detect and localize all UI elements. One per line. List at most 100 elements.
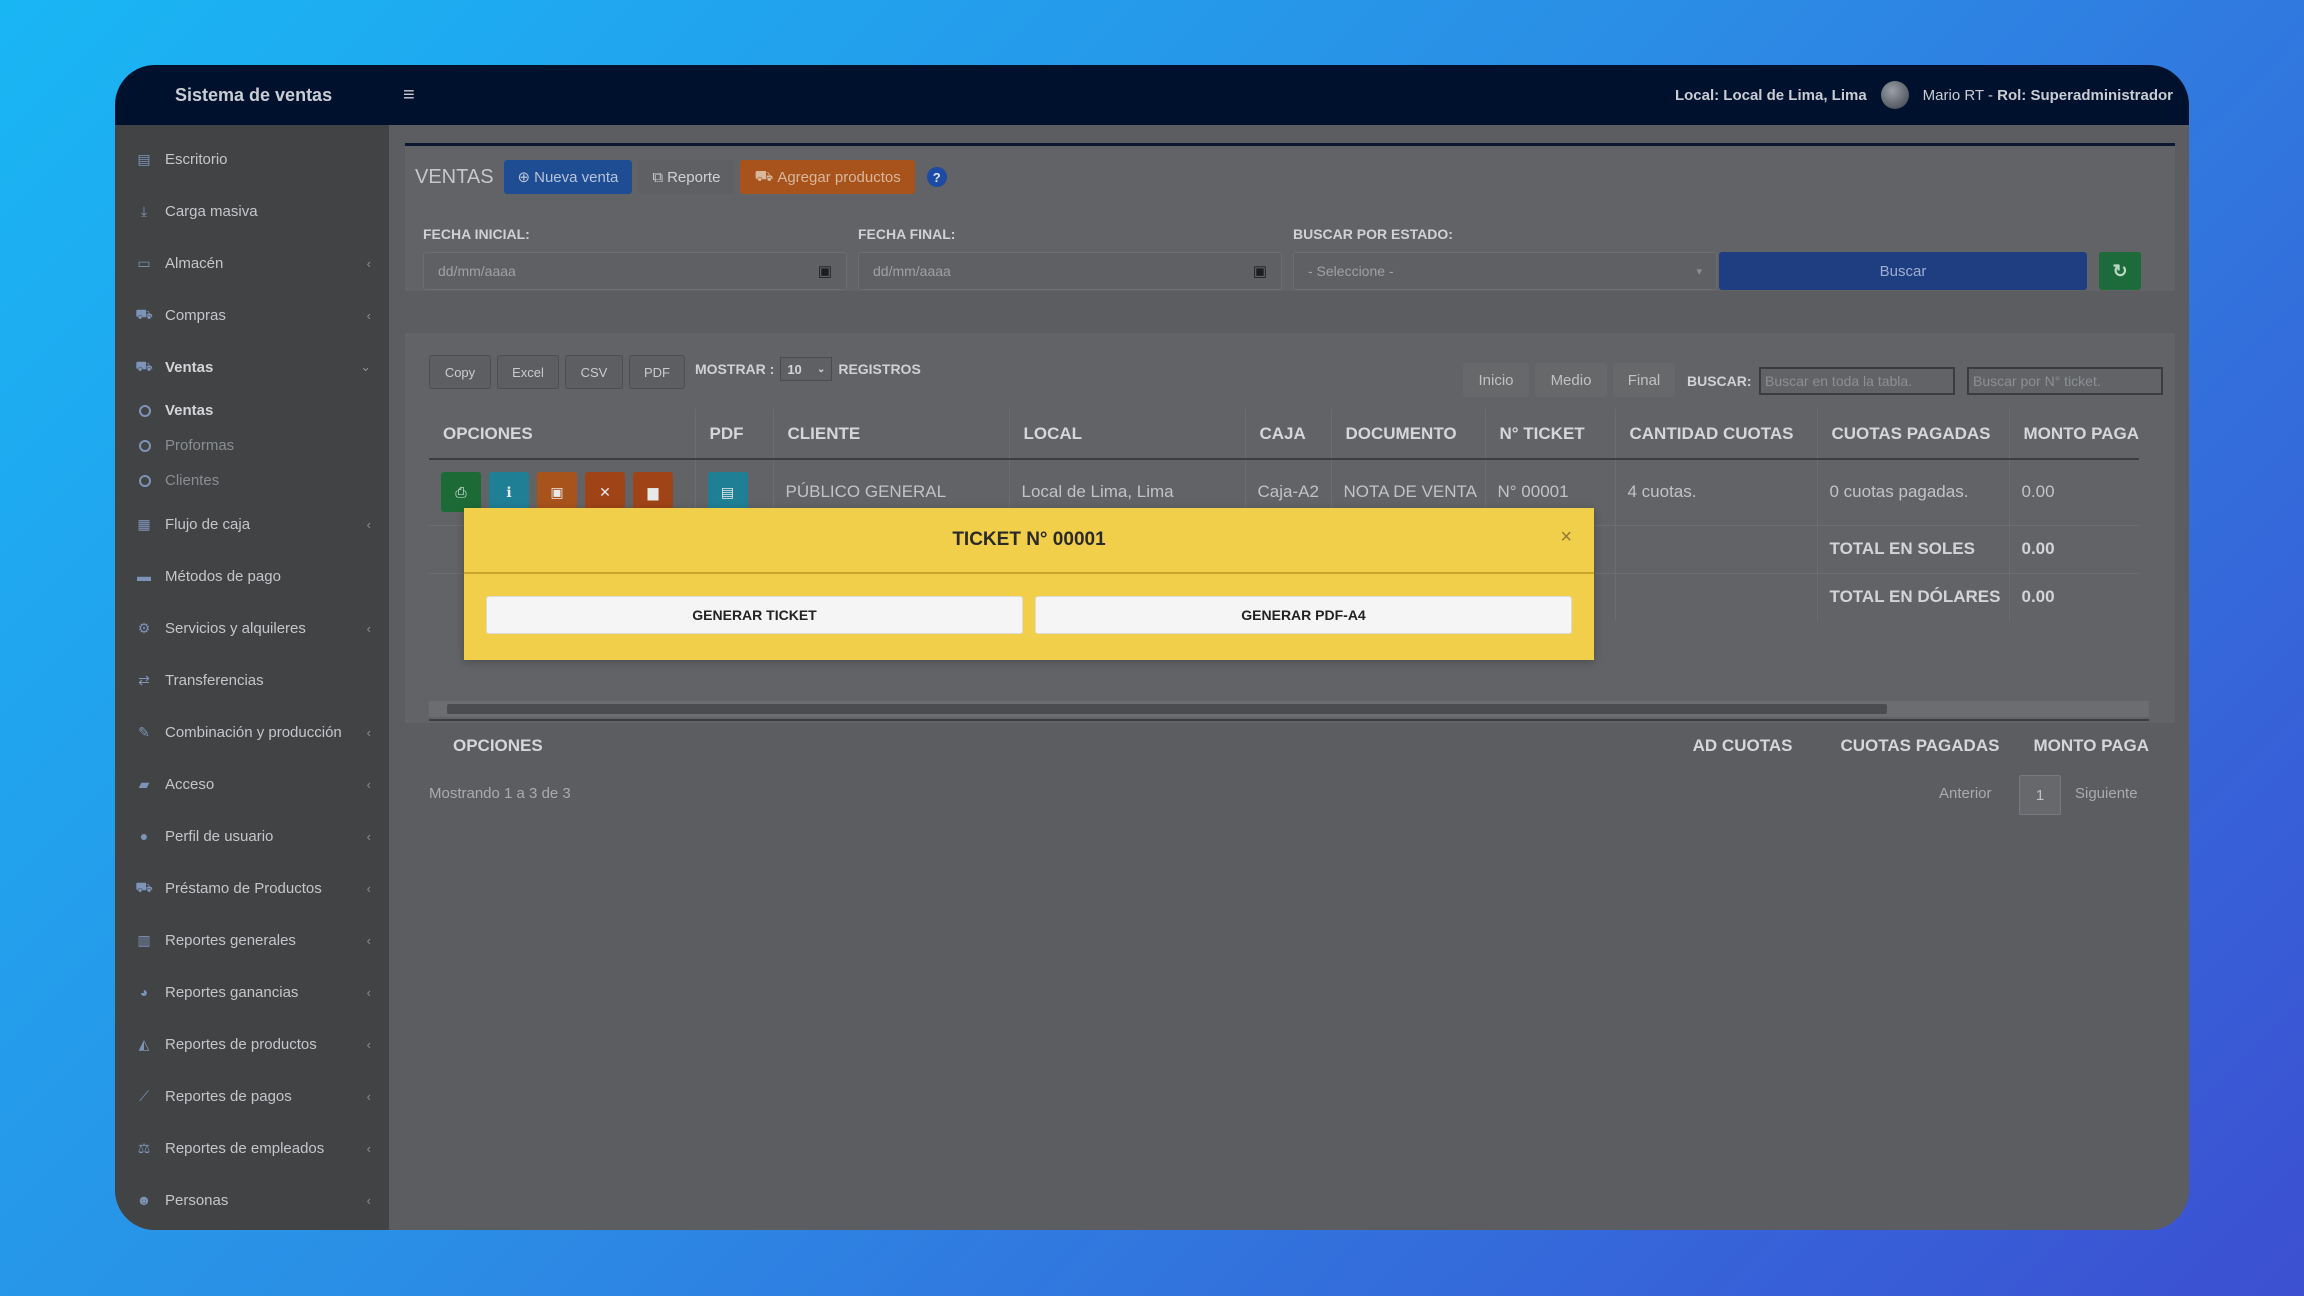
sidebar-subitem-clientes[interactable]: Clientes xyxy=(115,463,389,498)
csv-button[interactable]: CSV xyxy=(565,355,623,389)
sidebar-item-label: Perfil de usuario xyxy=(165,827,274,845)
header-toolbar: VENTAS ⊕ Nueva venta ⧉ Reporte ⛟ Agregar pr… xyxy=(415,160,947,194)
scrollbar-thumb[interactable] xyxy=(447,704,1887,714)
cuotas-cell: 4 cuotas. xyxy=(1615,458,1818,525)
sidebar-item-almacen[interactable]: ▭ Almacén ‹ xyxy=(115,237,389,289)
monto-cell: 0.00 xyxy=(2009,458,2140,525)
inicio-button[interactable]: Inicio xyxy=(1463,363,1529,397)
sidebar-item-label: Carga masiva xyxy=(165,202,258,220)
area-chart-icon: ◭ xyxy=(138,1035,150,1052)
chevron-down-icon: ⌄ xyxy=(360,359,371,374)
end-date-input[interactable]: dd/mm/aaaa ▣ xyxy=(858,252,1282,290)
sidebar-item-perfil[interactable]: ● Perfil de usuario ‹ xyxy=(115,810,389,862)
search-all-input[interactable]: Buscar en toda la tabla. xyxy=(1759,367,1955,395)
close-icon[interactable]: × xyxy=(1560,526,1572,549)
total-soles-label: TOTAL EN SOLES xyxy=(1817,524,2010,573)
state-select[interactable]: - Seleccione - ▾ xyxy=(1293,252,1717,290)
col-ticket[interactable]: N° TICKET xyxy=(1485,409,1616,460)
excel-button[interactable]: Excel xyxy=(497,355,559,389)
sidebar-item-ventas[interactable]: ⛟ Ventas ⌄ xyxy=(115,341,389,393)
col-caja[interactable]: CAJA xyxy=(1245,409,1332,460)
sidebar-item-transferencias[interactable]: ⇄ Transferencias xyxy=(115,654,389,706)
sidebar-item-carga-masiva[interactable]: ⤓ Carga masiva xyxy=(115,185,389,237)
calendar-icon[interactable]: ▣ xyxy=(1253,262,1267,280)
generate-ticket-button[interactable]: GENERAR TICKET xyxy=(486,596,1023,634)
col-documento[interactable]: DOCUMENTO xyxy=(1331,409,1486,460)
download-icon: ⤓ xyxy=(140,202,148,219)
pdf-button[interactable]: PDF xyxy=(629,355,685,389)
sidebar-item-compras[interactable]: ⛟ Compras ‹ xyxy=(115,289,389,341)
sidebar-item-label: Compras xyxy=(165,306,226,324)
local-label: Local: Local de Lima, Lima xyxy=(1674,86,1867,104)
print-icon[interactable]: ⎙ xyxy=(441,472,481,513)
help-icon[interactable]: ? xyxy=(926,167,947,187)
total-dolares-label: TOTAL EN DÓLARES xyxy=(1817,572,2010,621)
footer-col-cantidad: AD CUOTAS xyxy=(1692,736,1793,755)
col-cuotas-pagadas[interactable]: CUOTAS PAGADAS xyxy=(1817,409,2010,460)
sidebar-item-prestamo[interactable]: ⛟ Préstamo de Productos ‹ xyxy=(115,862,389,914)
sidebar-item-label: Reportes de productos xyxy=(165,1035,317,1053)
col-monto[interactable]: MONTO PAGA xyxy=(2009,409,2140,460)
search-button[interactable]: Buscar xyxy=(1719,252,2087,290)
col-pdf[interactable]: PDF xyxy=(695,409,774,460)
sidebar-subitem-label: Ventas xyxy=(165,402,214,419)
total-soles-value: 0.00 xyxy=(2009,524,2140,573)
col-local[interactable]: LOCAL xyxy=(1009,409,1246,460)
next-page-link[interactable]: Siguiente xyxy=(2075,785,2138,802)
page-1-button[interactable]: 1 xyxy=(2019,775,2061,815)
footer-col-pagadas: CUOTAS PAGADAS xyxy=(1840,736,2000,755)
sidebar-item-flujo-caja[interactable]: ▦ Flujo de caja ‹ xyxy=(115,498,389,550)
sidebar-subitem-proformas[interactable]: Proformas xyxy=(115,428,389,463)
new-sale-button[interactable]: ⊕ Nueva venta xyxy=(503,160,633,194)
sidebar-item-reportes-pagos[interactable]: ⟋ Reportes de pagos ‹ xyxy=(115,1070,389,1122)
sidebar-item-reportes-ganancias[interactable]: ◕ Reportes ganancias ‹ xyxy=(115,966,389,1018)
final-button[interactable]: Final xyxy=(1613,363,1675,397)
line-chart-icon: ⟋ xyxy=(139,1087,149,1104)
trash-icon[interactable]: ▆ xyxy=(633,472,673,513)
menu-toggle-icon[interactable]: ≡ xyxy=(403,84,415,107)
sidebar-item-acceso[interactable]: ▰ Acceso ‹ xyxy=(115,758,389,810)
copy-button[interactable]: Copy xyxy=(429,355,491,389)
sidebar-item-combinacion[interactable]: ✎ Combinación y producción ‹ xyxy=(115,706,389,758)
user-menu[interactable]: Mario RT - Rol: Superadministrador xyxy=(1923,87,2173,104)
search-ticket-input[interactable]: Buscar por N° ticket. xyxy=(1967,367,2163,395)
report-button[interactable]: ⧉ Reporte xyxy=(638,160,735,194)
new-sale-label: Nueva venta xyxy=(534,168,619,186)
add-products-button[interactable]: ⛟ Agregar productos xyxy=(740,160,915,194)
sidebar-item-reportes-generales[interactable]: ▥ Reportes generales ‹ xyxy=(115,914,389,966)
sidebar-subitem-ventas[interactable]: Ventas xyxy=(115,393,389,428)
footer-col-opciones: OPCIONES xyxy=(453,736,543,755)
sidebar-item-reportes-empleados[interactable]: ⚖ Reportes de empleados ‹ xyxy=(115,1122,389,1174)
col-opciones[interactable]: OPCIONES xyxy=(429,409,696,460)
page-length-select[interactable]: 10 ⌄ xyxy=(780,357,833,381)
avatar[interactable] xyxy=(1880,81,1909,109)
info-icon[interactable]: ℹ xyxy=(489,472,529,513)
medio-button[interactable]: Medio xyxy=(1535,363,1607,397)
start-date-input[interactable]: dd/mm/aaaa ▣ xyxy=(423,252,847,290)
prev-page-link[interactable]: Anterior xyxy=(1939,785,1992,802)
file-pdf-icon[interactable]: ▤ xyxy=(707,472,748,513)
brand-title[interactable]: Sistema de ventas xyxy=(115,85,391,106)
pie-chart-icon: ◕ xyxy=(139,984,149,1000)
sidebar-item-reportes-productos[interactable]: ◭ Reportes de productos ‹ xyxy=(115,1018,389,1070)
cash-icon[interactable]: ▣ xyxy=(537,472,577,513)
sidebar-subitem-label: Proformas xyxy=(165,437,235,454)
sidebar-item-metodos-pago[interactable]: ▬ Métodos de pago xyxy=(115,550,389,602)
col-cliente[interactable]: CLIENTE xyxy=(773,409,1010,460)
circle-icon xyxy=(139,439,151,452)
sidebar-item-escritorio[interactable]: ▤ Escritorio xyxy=(115,133,389,185)
generate-pdf-a4-button[interactable]: GENERAR PDF-A4 xyxy=(1035,596,1572,634)
table-footer-header: OPCIONES AD CUOTAS CUOTAS PAGADAS MONTO … xyxy=(429,719,2149,771)
close-icon[interactable]: ✕ xyxy=(585,472,625,513)
horizontal-scrollbar[interactable] xyxy=(429,701,2149,717)
sidebar-item-servicios[interactable]: ⚙ Servicios y alquileres ‹ xyxy=(115,602,389,654)
chevron-left-icon: ‹ xyxy=(366,1088,371,1104)
top-navbar: Sistema de ventas ≡ Local: Local de Lima… xyxy=(115,65,2189,125)
total-dolares-value: 0.00 xyxy=(2009,572,2140,621)
sidebar-item-personas[interactable]: ☻ Personas ‹ xyxy=(115,1174,389,1226)
refresh-icon[interactable]: ↻ xyxy=(2099,252,2141,290)
col-cantidad-cuotas[interactable]: CANTIDAD CUOTAS xyxy=(1615,409,1818,460)
chevron-left-icon: ‹ xyxy=(366,307,371,323)
calendar-icon[interactable]: ▣ xyxy=(818,262,832,280)
cart-icon: ⛟ xyxy=(754,167,774,185)
